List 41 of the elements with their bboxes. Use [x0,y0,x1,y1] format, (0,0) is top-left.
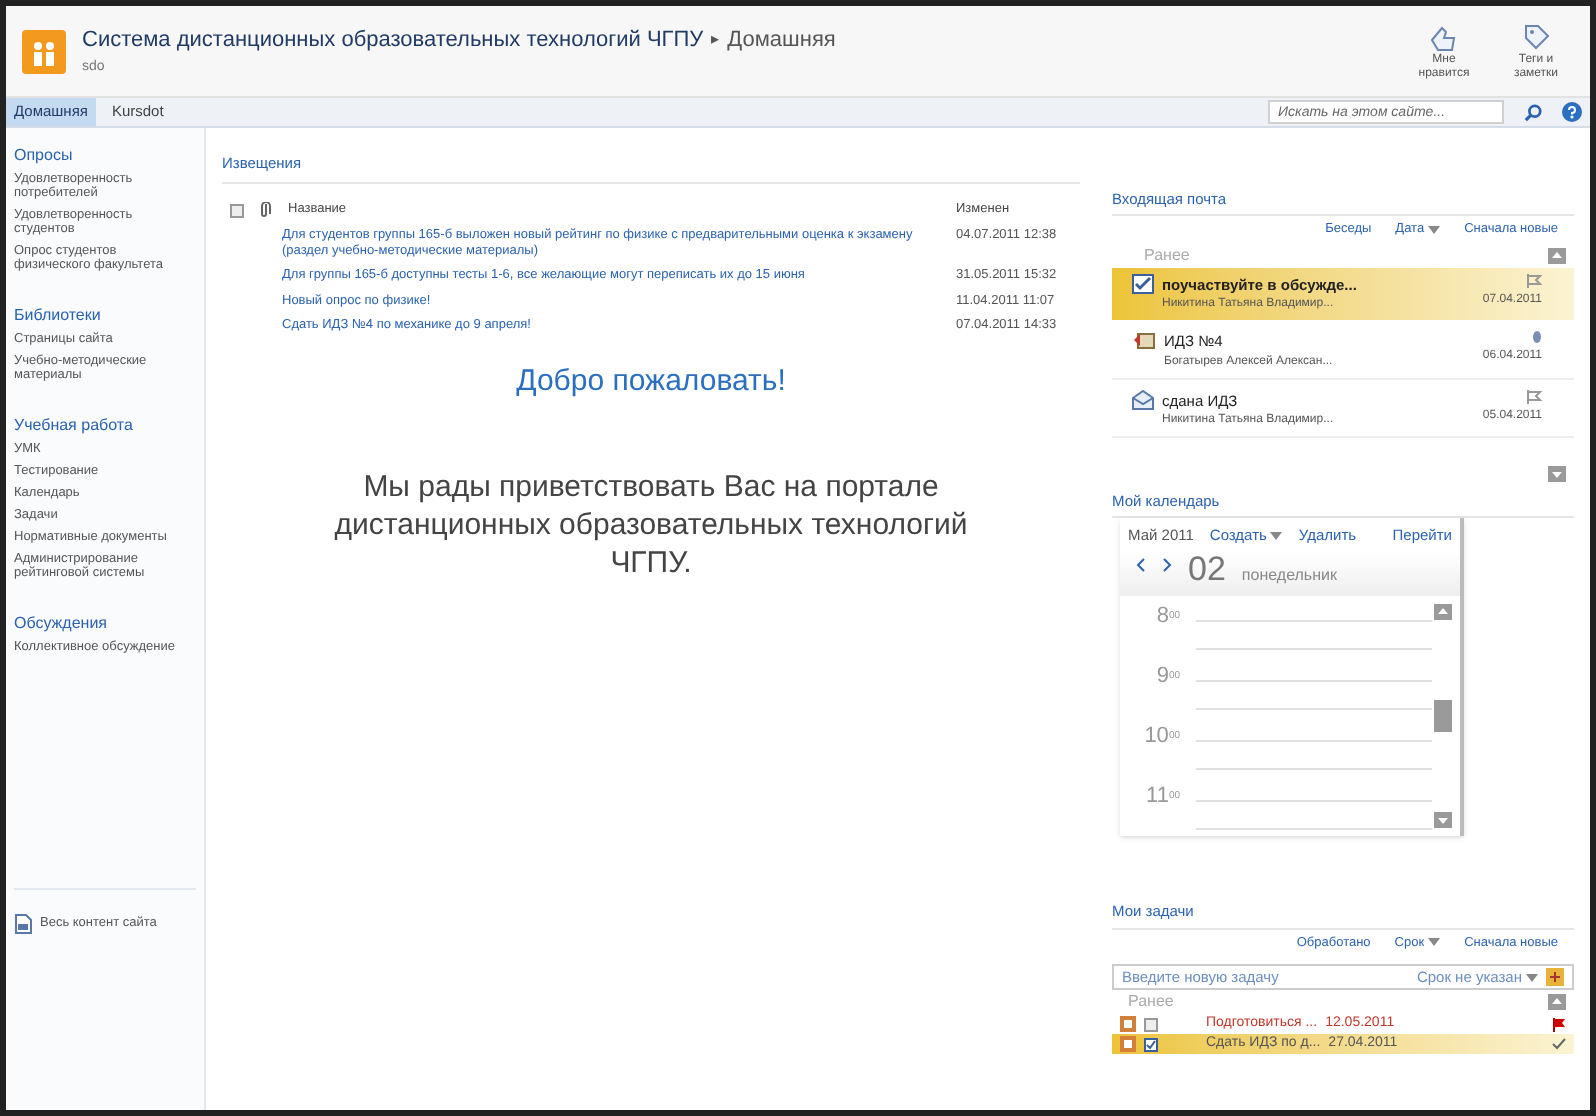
paperclip-icon [260,202,272,219]
site-title[interactable]: Система дистанционных образовательных технологий ЧГПУ [82,24,704,57]
sidebar-heading[interactable]: Библиотеки [14,304,196,328]
scroll-down-icon[interactable] [1433,812,1451,829]
site-logo-icon [22,29,66,73]
scroll-down-icon[interactable] [1548,465,1566,482]
flag-icon [1552,1017,1566,1032]
next-day-icon[interactable] [1162,558,1172,573]
previous-day-icon[interactable] [1136,558,1146,573]
hour-label: 8$^{00}$ [1154,604,1180,629]
day-number: 02 [1188,552,1226,589]
search-icon[interactable] [1524,103,1542,121]
add-task-icon[interactable] [1546,968,1564,987]
select-all-checkbox[interactable] [230,203,244,218]
hour-label: 11$^{00}$ [1144,784,1180,809]
task-checkbox[interactable] [1144,1017,1158,1032]
help-icon[interactable] [1562,102,1582,122]
scroll-up-icon[interactable] [1433,604,1451,621]
document-icon [14,914,32,934]
scroll-up-icon[interactable] [1548,248,1566,264]
checkmark-icon [1552,1038,1566,1051]
open-envelope-icon [1132,389,1154,409]
task-checkbox[interactable] [1144,1037,1158,1052]
caret-icon [1526,973,1538,982]
welcome-message: Мы рады приветствовать Вас на портале дистанционных образовательных технологий ЧГПУ. [332,468,970,582]
breadcrumb-separator: ▸ [711,28,720,53]
reply-envelope-icon [1132,330,1156,351]
tag-icon [1520,21,1552,53]
scrollbar-thumb[interactable] [1433,700,1451,733]
welcome-heading: Добро пожаловать! [514,361,788,401]
sidebar-heading[interactable]: Учебная работа [14,414,196,438]
group-label: Ранее [1126,990,1174,1015]
envelope-icon [1132,274,1154,294]
sidebar-heading[interactable]: Обсуждения [14,612,196,636]
sidebar-heading[interactable]: Опросы [14,144,196,168]
scroll-up-icon[interactable] [1548,994,1566,1011]
hour-label: 9$^{00}$ [1154,664,1180,689]
hour-label: 10$^{00}$ [1142,724,1180,749]
weekday-label: понедельник [1241,564,1337,589]
page-title: Домашняя [727,26,836,56]
group-label: Ранее [1144,244,1190,268]
